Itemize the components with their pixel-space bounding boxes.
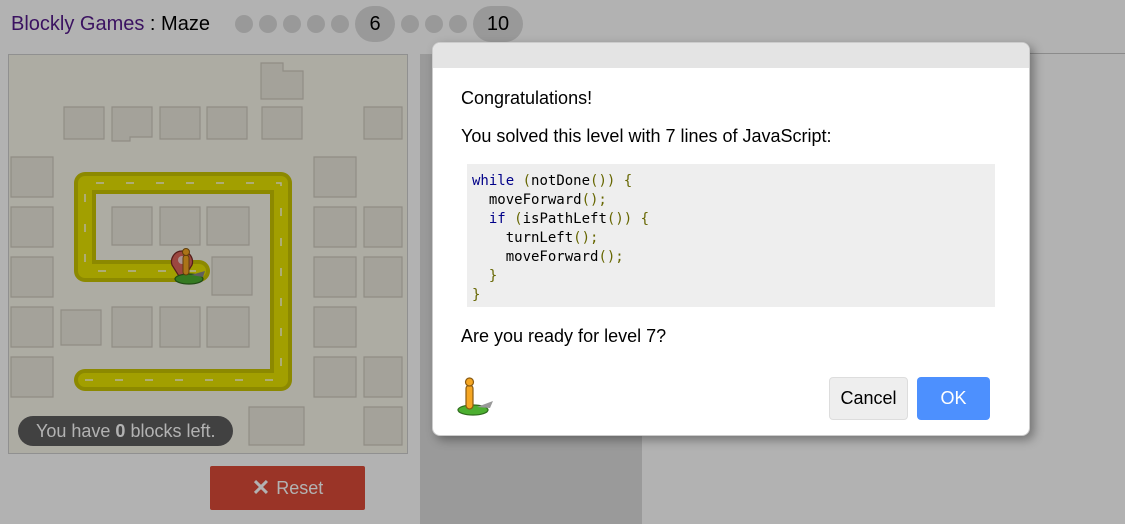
cancel-button[interactable]: Cancel: [829, 377, 908, 420]
code-keyword: if: [488, 211, 506, 227]
code-keyword: while: [472, 173, 515, 189]
congrats-text: Congratulations!: [461, 88, 593, 108]
code-punct: ()) {: [590, 173, 633, 189]
dialog-titlebar[interactable]: [433, 43, 1029, 68]
code-punct: ();: [573, 230, 599, 246]
pegman-icon: [457, 377, 493, 416]
code-punct: ();: [598, 249, 624, 265]
code-punct: (: [514, 211, 523, 227]
code-fn: isPathLeft: [522, 211, 607, 227]
code-punct: ()) {: [606, 211, 650, 227]
code-punct: }: [472, 287, 481, 303]
ready-text: Are you ready for level 7?: [461, 326, 667, 346]
solved-text: You solved this level with 7 lines of Ja…: [461, 126, 832, 146]
code-indent: moveForward: [472, 249, 599, 265]
code-punct: ();: [581, 192, 607, 208]
ok-button[interactable]: OK: [917, 377, 990, 420]
congrats-dialog: Congratulations! You solved this level w…: [432, 42, 1030, 436]
code-punct: (: [522, 173, 532, 189]
code-block: while (notDone()) { moveForward(); if (i…: [467, 164, 995, 307]
code-punct: }: [488, 268, 498, 284]
code-indent: turnLeft: [472, 230, 574, 246]
code-indent: moveForward: [472, 192, 582, 208]
code-fn: notDone: [531, 173, 591, 189]
